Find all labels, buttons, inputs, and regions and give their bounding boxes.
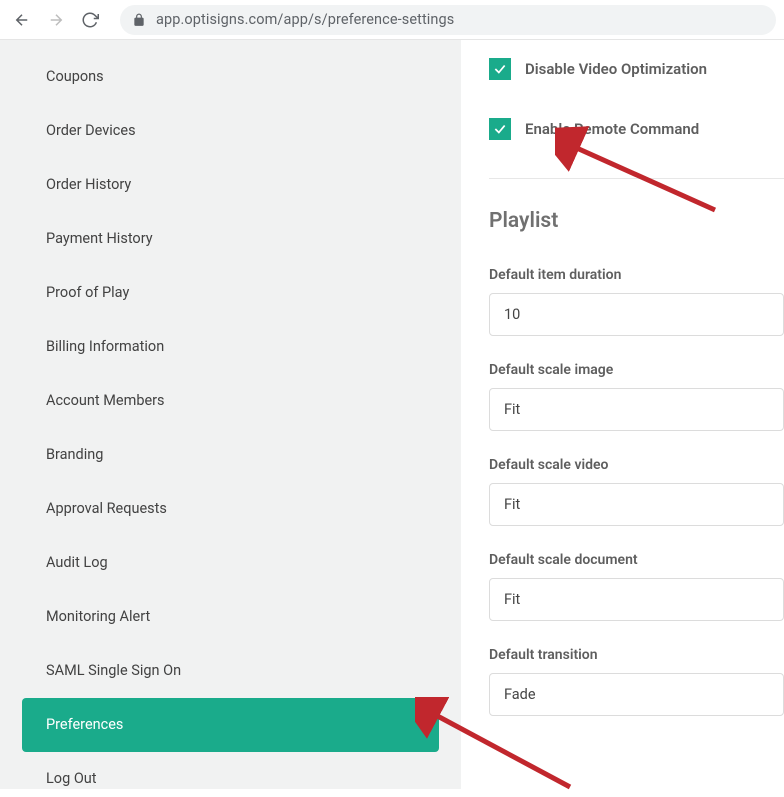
sidebar-item-account-members[interactable]: Account Members xyxy=(22,374,439,428)
sidebar-item-approval-requests[interactable]: Approval Requests xyxy=(22,482,439,536)
sidebar-item-label: Branding xyxy=(46,446,103,463)
sidebar-item-label: Approval Requests xyxy=(46,500,167,517)
sidebar-item-label: Proof of Play xyxy=(46,284,129,301)
nav-forward-icon[interactable] xyxy=(42,6,70,34)
sidebar-item-coupons[interactable]: Coupons xyxy=(22,50,439,104)
url-bar[interactable]: app.optisigns.com/app/s/preference-setti… xyxy=(120,5,776,35)
sidebar-item-saml-single-sign-on[interactable]: SAML Single Sign On xyxy=(22,644,439,698)
sidebar-item-label: Order History xyxy=(46,176,131,193)
sidebar-item-log-out[interactable]: Log Out xyxy=(22,752,439,789)
sidebar-item-proof-of-play[interactable]: Proof of Play xyxy=(22,266,439,320)
main: Disable Video Optimization Enable Remote… xyxy=(461,40,784,789)
checkbox-label: Enable Remote Command xyxy=(525,120,699,138)
sidebar-item-preferences[interactable]: Preferences xyxy=(22,698,439,752)
field-default-scale-image: Default scale image xyxy=(489,362,784,431)
sidebar-item-payment-history[interactable]: Payment History xyxy=(22,212,439,266)
browser-bar: app.optisigns.com/app/s/preference-setti… xyxy=(0,0,784,40)
sidebar-item-label: Coupons xyxy=(46,68,104,85)
sidebar-item-order-history[interactable]: Order History xyxy=(22,158,439,212)
sidebar-item-billing-information[interactable]: Billing Information xyxy=(22,320,439,374)
sidebar-item-label: Audit Log xyxy=(46,554,108,571)
select-default-transition[interactable] xyxy=(489,673,784,716)
sidebar-item-monitoring-alert[interactable]: Monitoring Alert xyxy=(22,590,439,644)
divider xyxy=(489,178,784,179)
sidebar: Coupons Order Devices Order History Paym… xyxy=(0,40,461,789)
sidebar-item-audit-log[interactable]: Audit Log xyxy=(22,536,439,590)
sidebar-item-order-devices[interactable]: Order Devices xyxy=(22,104,439,158)
field-default-scale-document: Default scale document xyxy=(489,552,784,621)
field-label: Default scale image xyxy=(489,362,784,378)
url-text: app.optisigns.com/app/s/preference-setti… xyxy=(156,11,454,28)
checkbox-icon[interactable] xyxy=(489,58,511,80)
sidebar-item-label: Payment History xyxy=(46,230,153,247)
sidebar-item-label: Account Members xyxy=(46,392,165,409)
checkbox-disable-video-optimization: Disable Video Optimization xyxy=(489,58,784,80)
sidebar-item-label: Preferences xyxy=(46,716,123,733)
select-default-scale-video[interactable] xyxy=(489,483,784,526)
sidebar-item-label: Log Out xyxy=(46,770,97,787)
nav-reload-icon[interactable] xyxy=(76,6,104,34)
sidebar-item-label: Monitoring Alert xyxy=(46,608,150,625)
lock-icon xyxy=(132,13,146,27)
nav-back-icon[interactable] xyxy=(8,6,36,34)
sidebar-item-branding[interactable]: Branding xyxy=(22,428,439,482)
checkbox-icon[interactable] xyxy=(489,118,511,140)
select-default-scale-image[interactable] xyxy=(489,388,784,431)
playlist-section-title: Playlist xyxy=(489,209,784,233)
select-default-scale-document[interactable] xyxy=(489,578,784,621)
field-label: Default item duration xyxy=(489,267,784,283)
content: Coupons Order Devices Order History Paym… xyxy=(0,40,784,789)
field-label: Default scale document xyxy=(489,552,784,568)
checkbox-label: Disable Video Optimization xyxy=(525,60,707,78)
field-label: Default scale video xyxy=(489,457,784,473)
input-default-item-duration[interactable] xyxy=(489,293,784,336)
sidebar-item-label: Order Devices xyxy=(46,122,136,139)
field-default-transition: Default transition xyxy=(489,647,784,716)
field-default-scale-video: Default scale video xyxy=(489,457,784,526)
checkbox-enable-remote-command: Enable Remote Command xyxy=(489,118,784,140)
field-label: Default transition xyxy=(489,647,784,663)
sidebar-item-label: Billing Information xyxy=(46,338,164,355)
field-default-item-duration: Default item duration xyxy=(489,267,784,336)
sidebar-item-label: SAML Single Sign On xyxy=(46,662,181,679)
